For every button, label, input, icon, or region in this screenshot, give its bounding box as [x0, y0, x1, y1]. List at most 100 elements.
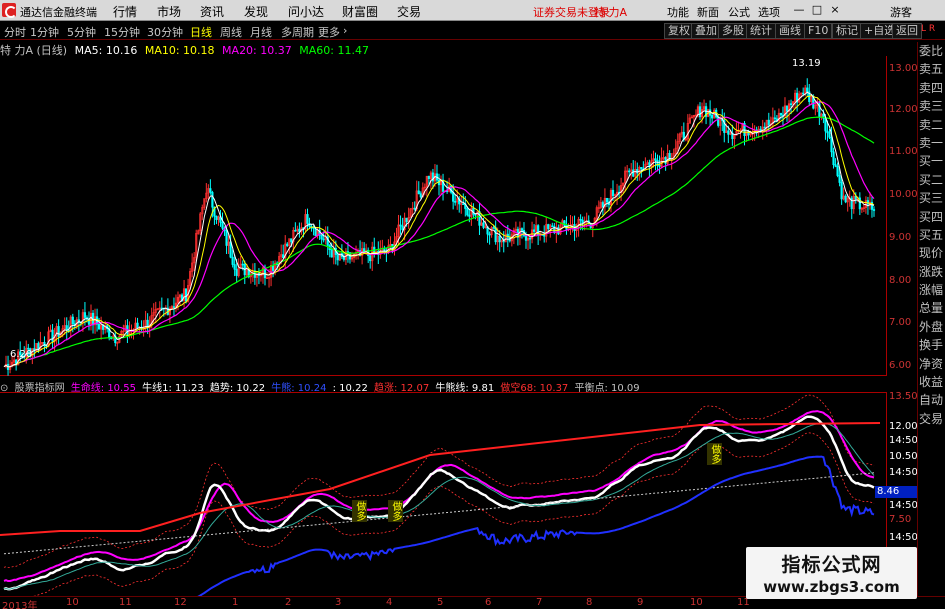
- candle-body: [312, 227, 315, 230]
- side-panel-item[interactable]: 外盘: [918, 318, 945, 336]
- time-axis-label: 3: [335, 597, 342, 608]
- candle-body: [826, 130, 829, 134]
- menu-trade[interactable]: 交易: [397, 3, 421, 20]
- time-axis-label: 11: [119, 597, 132, 608]
- side-panel-item[interactable]: 卖一: [918, 134, 945, 152]
- side-panel-item[interactable]: 交易: [918, 410, 945, 428]
- period-intraday[interactable]: 分时: [4, 24, 26, 40]
- side-panel-item[interactable]: 卖三: [918, 97, 945, 115]
- side-panel-item[interactable]: 买五: [918, 226, 945, 244]
- draw-button[interactable]: 画线: [775, 23, 805, 39]
- side-panel-item[interactable]: 自动: [918, 391, 945, 409]
- candle-body: [211, 192, 214, 208]
- candle-body: [294, 229, 297, 232]
- side-panel-item[interactable]: 买一: [918, 152, 945, 170]
- minimize-icon[interactable]: —: [792, 3, 806, 17]
- period-monthly[interactable]: 月线: [250, 24, 272, 40]
- candle-body: [419, 193, 422, 198]
- side-panel-item[interactable]: 卖四: [918, 79, 945, 97]
- side-panel-item[interactable]: 涨幅: [918, 281, 945, 299]
- side-panel-item[interactable]: 买四: [918, 208, 945, 226]
- buy-signal-tag: 做多: [388, 500, 403, 522]
- menu-wealth[interactable]: 财富圈: [342, 3, 378, 20]
- candle-body: [427, 175, 430, 180]
- side-panel-item[interactable]: 买三: [918, 189, 945, 207]
- candle-body: [71, 316, 74, 325]
- watermark-url: www.zbgs3.com: [763, 578, 900, 596]
- low-price-marker: 6.20: [10, 349, 33, 360]
- ind-axis-label: 14:50: [889, 500, 918, 511]
- close-icon[interactable]: ×: [828, 3, 842, 17]
- period-30min[interactable]: 30分钟: [147, 24, 183, 40]
- candle-body: [322, 238, 325, 241]
- side-panel-item[interactable]: 换手: [918, 336, 945, 354]
- candle-body: [520, 228, 524, 231]
- candle-body: [172, 306, 176, 308]
- menu-formula[interactable]: 公式: [728, 4, 750, 20]
- period-15min[interactable]: 15分钟: [104, 24, 140, 40]
- candle-body: [209, 188, 212, 193]
- candle-body: [711, 115, 714, 119]
- side-panel-item[interactable]: 净资: [918, 355, 945, 373]
- candle-body: [836, 165, 839, 176]
- kline-chart[interactable]: [0, 56, 887, 376]
- stats-button[interactable]: 统计: [746, 23, 776, 39]
- menu-news[interactable]: 资讯: [200, 3, 224, 20]
- side-panel-item[interactable]: 买二: [918, 171, 945, 189]
- price-axis-label: 6.00: [889, 360, 912, 371]
- candle-body: [320, 234, 323, 240]
- candle-body: [838, 175, 841, 183]
- candle-body: [717, 116, 720, 126]
- period-multi[interactable]: 多周期: [281, 24, 314, 40]
- overlay-button[interactable]: 叠加: [691, 23, 721, 39]
- candle-body: [640, 167, 643, 170]
- f10-button[interactable]: F10: [804, 23, 833, 39]
- candle-body: [492, 227, 495, 229]
- adjust-button[interactable]: 复权: [664, 23, 694, 39]
- menu-new-page[interactable]: 新面: [697, 4, 719, 20]
- price-axis-label: 8.00: [889, 275, 912, 286]
- side-panel-item[interactable]: 现价: [918, 244, 945, 262]
- mark-button[interactable]: 标记: [832, 23, 862, 39]
- candle-body: [840, 182, 843, 200]
- ma-header: 特 力A (日线) MA5: 10.16 MA10: 10.18 MA20: 1…: [0, 42, 373, 57]
- price-axis-label: 12.00: [889, 104, 918, 115]
- menu-assistant[interactable]: 问小达: [288, 3, 324, 20]
- chevron-right-icon[interactable]: ›: [343, 24, 347, 37]
- menu-discover[interactable]: 发现: [244, 3, 268, 20]
- side-panel-item[interactable]: 收益: [918, 373, 945, 391]
- multi-stock-button[interactable]: 多股: [718, 23, 748, 39]
- side-panel-item[interactable]: 涨跌: [918, 263, 945, 281]
- menu-markets[interactable]: 市场: [157, 3, 181, 20]
- buy-signal-tag: 做多: [352, 500, 367, 522]
- back-button[interactable]: 返回: [892, 23, 922, 39]
- trend-line: [3, 422, 875, 590]
- period-1min[interactable]: 1分钟: [30, 24, 59, 40]
- price-axis-label: 7.00: [889, 317, 912, 328]
- ind-axis-label: 13.50: [889, 391, 918, 402]
- period-weekly[interactable]: 周线: [220, 24, 242, 40]
- candle-body: [184, 288, 188, 302]
- menu-market[interactable]: 行情: [113, 3, 137, 20]
- current-price-box: 8.46: [875, 486, 917, 498]
- buy-signal-tag: 做多: [707, 443, 722, 465]
- period-daily[interactable]: 日线: [190, 24, 212, 40]
- menu-options[interactable]: 选项: [758, 4, 780, 20]
- side-panel-item[interactable]: 卖二: [918, 116, 945, 134]
- time-axis-label: 6: [485, 597, 492, 608]
- candle-body: [779, 112, 783, 116]
- period-5min[interactable]: 5分钟: [67, 24, 96, 40]
- side-panel-item[interactable]: 卖五: [918, 60, 945, 78]
- candle-body: [494, 227, 497, 243]
- candle-body: [767, 119, 770, 126]
- candle-body: [369, 255, 372, 262]
- candle-body: [834, 164, 837, 167]
- period-more[interactable]: 更多: [318, 24, 340, 40]
- side-panel-item[interactable]: 委比: [918, 42, 945, 60]
- price-axis-label: 11.00: [889, 146, 918, 157]
- candle-body: [83, 312, 87, 318]
- menu-function[interactable]: 功能: [667, 4, 689, 20]
- maximize-icon[interactable]: □: [810, 3, 824, 17]
- side-panel-item[interactable]: 总量: [918, 299, 945, 317]
- guest-label[interactable]: 游客: [890, 4, 912, 20]
